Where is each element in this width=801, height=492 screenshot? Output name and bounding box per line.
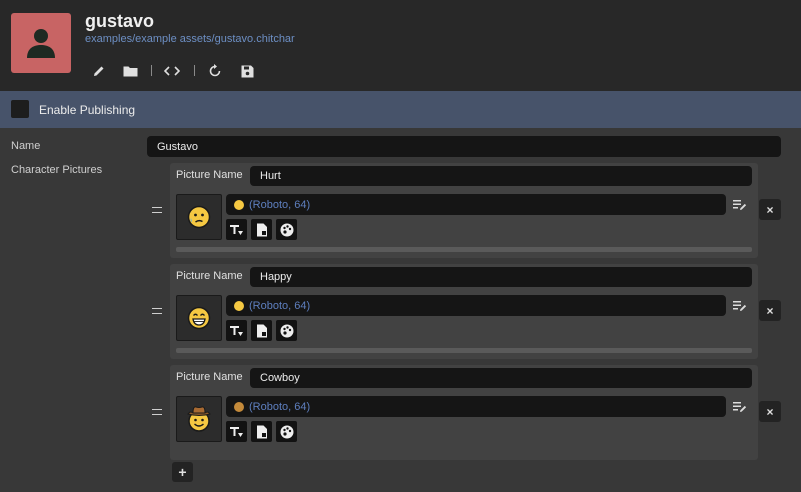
picture-thumbnail[interactable] [176, 396, 222, 442]
file-icon[interactable] [251, 421, 272, 442]
font-reference: (Roboto, 64) [249, 400, 311, 413]
name-label: Name [11, 140, 41, 152]
font-reference: (Roboto, 64) [249, 198, 311, 211]
emoji-preview-icon [234, 401, 244, 412]
picture-card: Picture Name Happy (Roboto, 64) [170, 264, 758, 359]
pencil-icon[interactable] [90, 62, 108, 80]
page-title: gustavo [85, 11, 155, 31]
palette-icon[interactable] [276, 219, 297, 240]
picture-name-label: Picture Name [176, 371, 243, 383]
drag-handle-icon[interactable] [152, 207, 162, 213]
file-icon[interactable] [251, 219, 272, 240]
text-format-icon[interactable] [226, 219, 247, 240]
edit-list-icon[interactable] [732, 198, 748, 212]
picture-thumbnail[interactable] [176, 295, 222, 341]
horizontal-scrollbar[interactable] [176, 247, 752, 252]
happy-face-icon [187, 306, 211, 330]
cowboy-face-icon [187, 406, 211, 432]
edit-list-icon[interactable] [732, 299, 748, 313]
refresh-icon[interactable] [206, 62, 224, 80]
picture-name-label: Picture Name [176, 270, 243, 282]
toolbar-divider [151, 65, 152, 76]
publish-bar: Enable Publishing [0, 91, 801, 128]
palette-icon[interactable] [276, 421, 297, 442]
font-reference: (Roboto, 64) [249, 299, 311, 312]
remove-picture-button[interactable]: × [759, 199, 781, 220]
text-format-icon[interactable] [226, 320, 247, 341]
horizontal-scrollbar[interactable] [176, 348, 752, 353]
emoji-font-field[interactable]: (Roboto, 64) [226, 396, 726, 417]
name-input[interactable]: Gustavo [147, 136, 781, 157]
emoji-font-field[interactable]: (Roboto, 64) [226, 295, 726, 316]
edit-list-icon[interactable] [732, 400, 748, 414]
character-pictures-label: Character Pictures [11, 164, 103, 176]
picture-thumbnail[interactable] [176, 194, 222, 240]
header: gustavo examples/example assets/gustavo.… [0, 0, 801, 91]
picture-name-label: Picture Name [176, 169, 243, 181]
picture-card: Picture Name Hurt (Roboto, 64) [170, 163, 758, 258]
picture-tools [226, 320, 297, 341]
drag-handle-icon[interactable] [152, 308, 162, 314]
picture-name-input[interactable]: Cowboy [250, 368, 752, 388]
emoji-preview-icon [234, 300, 244, 311]
add-picture-button[interactable]: + [172, 462, 193, 482]
emoji-preview-icon [234, 199, 244, 210]
remove-picture-button[interactable]: × [759, 300, 781, 321]
remove-picture-button[interactable]: × [759, 401, 781, 422]
folder-icon[interactable] [121, 62, 139, 80]
file-path-link[interactable]: examples/example assets/gustavo.chitchar [85, 33, 295, 45]
person-icon [27, 29, 55, 58]
picture-name-input[interactable]: Hurt [250, 166, 752, 186]
file-icon[interactable] [251, 320, 272, 341]
picture-tools [226, 421, 297, 442]
save-icon[interactable] [238, 62, 256, 80]
avatar[interactable] [11, 13, 71, 73]
picture-name-input[interactable]: Happy [250, 267, 752, 287]
picture-tools [226, 219, 297, 240]
text-format-icon[interactable] [226, 421, 247, 442]
code-icon[interactable] [163, 62, 181, 80]
emoji-font-field[interactable]: (Roboto, 64) [226, 194, 726, 215]
toolbar-divider [194, 65, 195, 76]
hurt-face-icon [187, 205, 211, 229]
drag-handle-icon[interactable] [152, 409, 162, 415]
picture-card: Picture Name Cowboy (Roboto, 64) [170, 365, 758, 460]
enable-publishing-label: Enable Publishing [39, 103, 136, 117]
enable-publishing-checkbox[interactable] [11, 100, 29, 118]
palette-icon[interactable] [276, 320, 297, 341]
